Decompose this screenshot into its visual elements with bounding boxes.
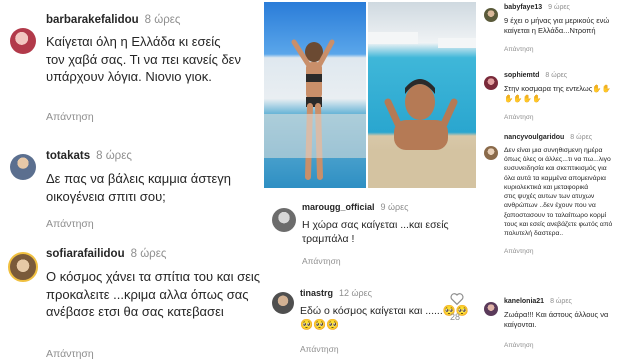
- reply-link[interactable]: Απάντηση: [46, 348, 94, 360]
- comment-item: sophiemtd 8 ώρες Στην κοσμαρα της εντελως…: [478, 70, 640, 130]
- reply-link[interactable]: Απάντηση: [300, 344, 339, 354]
- comment-username[interactable]: kanelonia21 8 ώρες: [504, 298, 572, 305]
- comment-text: Η χώρα σας καίγεται ...και εσείς τραμπάλ…: [302, 219, 449, 246]
- reply-link[interactable]: Απάντηση: [46, 218, 94, 230]
- avatar[interactable]: [272, 292, 294, 314]
- comment-item: marougg_official 9 ώρες Η χώρα σας καίγετ…: [262, 196, 478, 276]
- reply-link[interactable]: Απάντηση: [46, 111, 94, 123]
- reply-link[interactable]: Απάντηση: [504, 248, 534, 255]
- comment-item: nancyvoulgaridou 8 ώρες Δεν είναι μια συν…: [478, 130, 640, 292]
- comment-username[interactable]: barbarakefalidou 8 ώρες: [46, 14, 180, 26]
- comment-username[interactable]: sofiarafailidou 8 ώρες: [46, 248, 166, 260]
- avatar[interactable]: [272, 208, 296, 232]
- comment-username[interactable]: tinastrg 12 ώρες: [300, 288, 372, 298]
- left-comments-panel: barbarakefalidou 8 ώρες Καίγεται όλη η Ελ…: [0, 0, 262, 360]
- comment-text: 9 έχει ο μήνας για μερικούς ενώ καίγεται…: [504, 16, 610, 36]
- comment-item: babyfaye13 9 ώρες 9 έχει ο μήνας για μερι…: [478, 0, 640, 66]
- post-photo-woman-on-terrace[interactable]: [264, 2, 366, 188]
- comment-username[interactable]: marougg_official 9 ώρες: [302, 202, 409, 212]
- reply-link[interactable]: Απάντηση: [504, 342, 534, 349]
- reply-link[interactable]: Απάντηση: [302, 256, 341, 266]
- avatar[interactable]: [10, 28, 36, 54]
- comment-text: Ο κόσμος χάνει τα σπίτια του και σεις πρ…: [46, 269, 261, 320]
- reply-link[interactable]: Απάντηση: [504, 46, 534, 53]
- woman-figure: [264, 39, 366, 180]
- comment-text: Ζωάρα!!! Και άστους άλλους να καίγονται.: [504, 310, 609, 330]
- comment-text: Στην κοσμαρα της εντελως✋✋ ✋✋✋✋: [504, 84, 612, 104]
- comment-item: barbarakefalidou 8 ώρες Καίγεται όλη η Ελ…: [0, 0, 262, 123]
- avatar[interactable]: [484, 8, 498, 22]
- right-comments-panel: babyfaye13 9 ώρες 9 έχει ο μήνας για μερι…: [478, 0, 640, 360]
- comment-username[interactable]: sophiemtd 8 ώρες: [504, 72, 567, 79]
- comment-text: Δεν είναι μια συνηθισμενη ημέρα όπως όλε…: [504, 147, 613, 238]
- reply-link[interactable]: Απάντηση: [504, 114, 534, 121]
- avatar[interactable]: [484, 302, 498, 316]
- comment-text: Καίγεται όλη η Ελλάδα κι εσείς τον χαβά …: [46, 34, 241, 85]
- comment-username[interactable]: nancyvoulgaridou 8 ώρες: [504, 134, 592, 141]
- avatar[interactable]: [10, 154, 36, 180]
- comment-username[interactable]: totakats 8 ώρες: [46, 150, 132, 162]
- avatar[interactable]: [484, 146, 498, 160]
- man-figure: [368, 32, 476, 188]
- avatar[interactable]: [484, 76, 498, 90]
- like-count: 28: [450, 312, 461, 322]
- comment-item: totakats 8 ώρες Δε πας να βάλεις καμμια ά…: [0, 140, 262, 240]
- like-heart-icon[interactable]: [450, 292, 468, 310]
- comment-text: Εδώ ο κόσμος καίγεται και ......🥺🥺 🥺🥺🥺: [300, 305, 469, 332]
- comment-item: sofiarafailidou 8 ώρες Ο κόσμος χάνει τα …: [0, 240, 262, 360]
- comment-item: kanelonia21 8 ώρες Ζωάρα!!! Και άστους άλ…: [478, 296, 640, 360]
- middle-panel: marougg_official 9 ώρες Η χώρα σας καίγετ…: [262, 0, 478, 360]
- avatar[interactable]: [8, 252, 38, 282]
- comment-item: tinastrg 12 ώρες Εδώ ο κόσμος καίγεται κα…: [262, 284, 478, 360]
- comment-text: Δε πας να βάλεις καμμια άστεγη οικογένει…: [46, 171, 232, 204]
- post-photo-man-in-pool[interactable]: [368, 2, 476, 188]
- comment-username[interactable]: babyfaye13 9 ώρες: [504, 4, 570, 11]
